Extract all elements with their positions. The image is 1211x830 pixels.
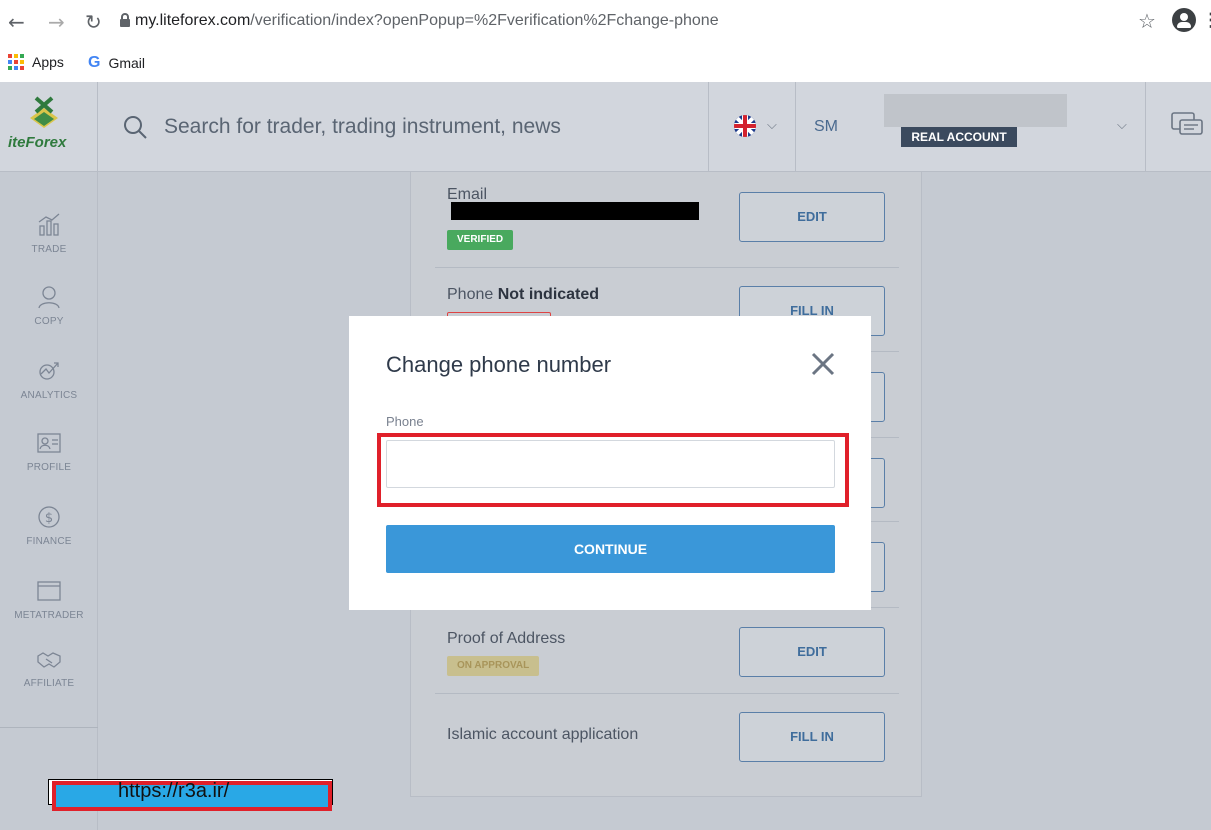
- sidebar: TRADE COPY ANALYTICS PROFILE $ FINANCE M…: [0, 172, 98, 830]
- row-title: Islamic account application: [447, 726, 639, 743]
- verification-row-email: Email VERIFIED EDIT: [435, 172, 899, 268]
- handshake-icon: [37, 652, 61, 668]
- url-field[interactable]: my.liteforex.com/verification/index?open…: [135, 12, 719, 30]
- apps-grid-icon: [8, 54, 24, 70]
- logo[interactable]: iteForex: [0, 82, 98, 172]
- divider: [1145, 82, 1146, 172]
- fill-in-islamic-button[interactable]: FILL IN: [739, 712, 885, 762]
- search-icon[interactable]: [122, 114, 148, 140]
- sidebar-item-finance[interactable]: $ FINANCE: [0, 504, 98, 547]
- search-input[interactable]: Search for trader, trading instrument, n…: [164, 115, 561, 139]
- bookmark-label: Apps: [32, 54, 64, 70]
- email-redacted: [451, 202, 699, 220]
- trader-icon: [38, 286, 60, 309]
- browser-address-bar: ← → ↻ my.liteforex.com/verification/inde…: [0, 0, 1211, 44]
- edit-email-button[interactable]: EDIT: [739, 192, 885, 242]
- uk-flag-icon[interactable]: [734, 115, 756, 137]
- phone-input[interactable]: [386, 440, 835, 488]
- account-type-badge: REAL ACCOUNT: [901, 127, 1017, 147]
- verification-row-address: Proof of Address ON APPROVAL EDIT: [435, 608, 899, 694]
- id-card-icon: [37, 433, 61, 453]
- sidebar-item-profile[interactable]: PROFILE: [0, 430, 98, 473]
- google-icon: G: [88, 54, 101, 71]
- dollar-icon: $: [38, 506, 60, 528]
- divider: [795, 82, 796, 172]
- lock-icon: [120, 13, 130, 27]
- analytics-icon: [39, 362, 59, 380]
- sidebar-item-analytics[interactable]: ANALYTICS: [0, 358, 98, 401]
- chat-icon[interactable]: [1170, 110, 1204, 140]
- sidebar-label: FINANCE: [26, 536, 72, 547]
- sidebar-item-metatrader[interactable]: METATRADER: [0, 578, 98, 621]
- divider: [708, 82, 709, 172]
- watermark-text: https://r3a.ir/: [118, 780, 230, 802]
- sidebar-item-copy[interactable]: COPY: [0, 284, 98, 327]
- sidebar-label: TRADE: [31, 244, 67, 255]
- sidebar-label: AFFILIATE: [23, 678, 75, 689]
- row-title: Proof of Address: [447, 630, 566, 647]
- change-phone-dialog: Change phone number Phone CONTINUE: [349, 316, 871, 610]
- reload-icon[interactable]: ↻: [85, 10, 102, 34]
- user-initials[interactable]: SM: [814, 118, 838, 136]
- row-title: Phone Not indicated: [447, 286, 600, 303]
- bookmark-apps[interactable]: Apps: [8, 54, 64, 70]
- dialog-title: Change phone number: [386, 352, 612, 377]
- window-icon: [37, 581, 61, 601]
- sidebar-label: ANALYTICS: [20, 390, 78, 401]
- sidebar-label: PROFILE: [26, 462, 72, 473]
- back-icon[interactable]: ←: [8, 10, 25, 34]
- top-bar: iteForex Search for trader, trading inst…: [0, 82, 1211, 172]
- sidebar-item-affiliate[interactable]: AFFILIATE: [0, 646, 98, 689]
- bookmarks-bar: Apps G Gmail: [0, 44, 1211, 80]
- phone-field-label: Phone: [386, 414, 424, 429]
- bookmark-label: Gmail: [108, 55, 146, 71]
- logo-text: iteForex: [8, 134, 67, 151]
- continue-button[interactable]: CONTINUE: [386, 525, 835, 573]
- edit-address-button[interactable]: EDIT: [739, 627, 885, 677]
- account-name-redacted: [884, 94, 1067, 127]
- bookmark-star-icon[interactable]: ☆: [1138, 9, 1156, 33]
- menu-icon[interactable]: ⋮: [1202, 10, 1211, 31]
- liteforex-logo-icon: [30, 96, 58, 128]
- sidebar-divider: [0, 727, 98, 728]
- status-badge: ON APPROVAL: [447, 656, 540, 676]
- chart-icon: [38, 213, 60, 236]
- verification-row-islamic: Islamic account application FILL IN: [435, 694, 899, 780]
- sidebar-label: METATRADER: [14, 610, 84, 621]
- account-chevron-icon[interactable]: ⌵: [1117, 118, 1127, 133]
- close-icon[interactable]: [807, 348, 839, 380]
- svg-text:$: $: [45, 511, 53, 526]
- sidebar-label: COPY: [34, 316, 64, 327]
- bookmark-gmail[interactable]: G Gmail: [88, 54, 145, 72]
- sidebar-item-trade[interactable]: TRADE: [0, 212, 98, 255]
- profile-icon[interactable]: [1172, 8, 1196, 32]
- chevron-down-icon[interactable]: ⌵: [767, 118, 777, 133]
- forward-icon[interactable]: →: [48, 10, 65, 34]
- status-badge: VERIFIED: [447, 230, 514, 250]
